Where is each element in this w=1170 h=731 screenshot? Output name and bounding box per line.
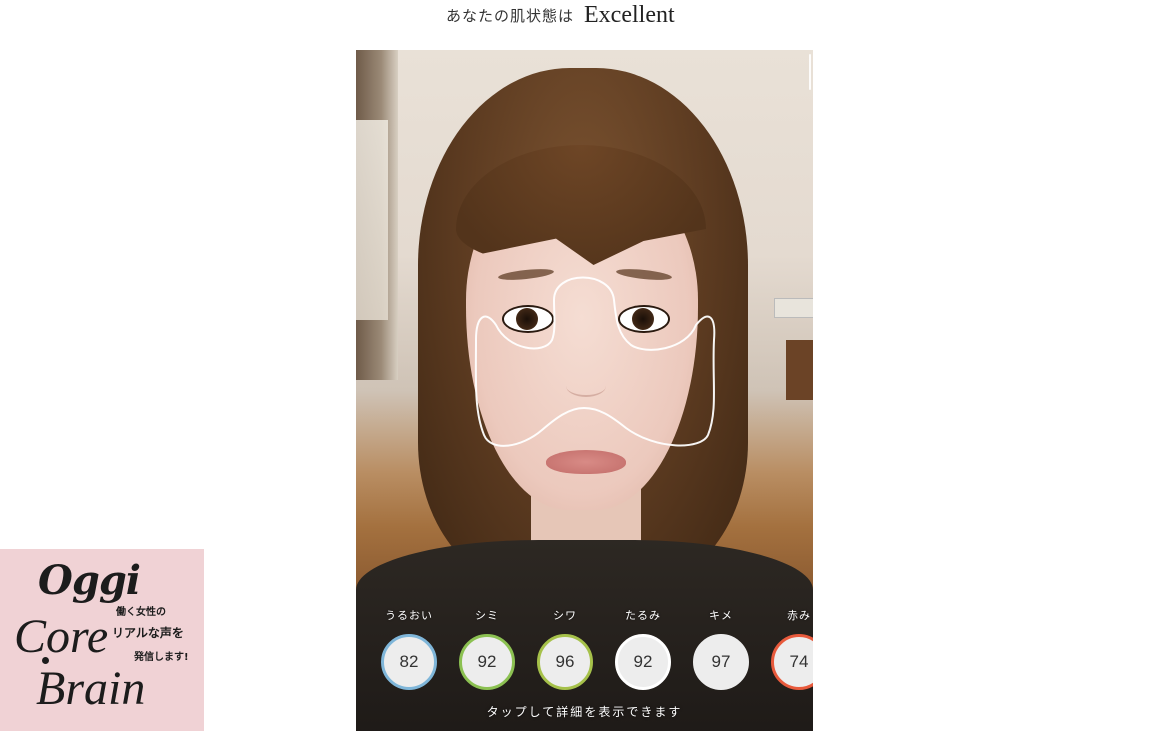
tap-hint: タップして詳細を表示できます [486, 705, 683, 719]
brand-tagline-1: 働く女性の [116, 607, 166, 618]
brand-oggi: Oggi [38, 557, 141, 604]
brand-tagline-3: 発信します! [134, 652, 189, 663]
result-prefix: あなたの肌状態は [446, 7, 575, 25]
background-curtain [356, 120, 388, 320]
brand-brain: Brain [36, 662, 146, 715]
metric-score-circle[interactable]: 96 [537, 634, 593, 690]
header: あなたの肌状態は Excellent [0, 0, 1170, 40]
brand-dot [42, 657, 49, 664]
metric-texture[interactable]: キメ 97 [686, 608, 756, 690]
metric-redness[interactable]: 赤み 74 [764, 608, 813, 690]
scroll-indicator [809, 54, 811, 90]
metric-moisture[interactable]: うるおい 82 [374, 608, 444, 690]
lips [546, 450, 626, 474]
brand-tagline-2: リアルな声を [112, 626, 184, 640]
left-eye [502, 305, 554, 333]
camera-preview: うるおい 82 シミ 92 シワ 96 たるみ 92 キメ 97 赤み 74 タ… [356, 50, 813, 731]
metric-score-circle[interactable]: 74 [771, 634, 813, 690]
metric-label: うるおい [385, 609, 433, 622]
metric-score-circle[interactable]: 82 [381, 634, 437, 690]
metric-wrinkles[interactable]: シワ 96 [530, 608, 600, 690]
skin-status-result: Excellent [584, 2, 675, 28]
oggi-core-brain-logo: Oggi Core Brain 働く女性の リアルな声を 発信します! [0, 549, 204, 731]
metric-score-circle[interactable]: 92 [615, 634, 671, 690]
metric-score-circle[interactable]: 92 [459, 634, 515, 690]
metric-label: たるみ [625, 609, 661, 622]
skin-metrics: うるおい 82 シミ 92 シワ 96 たるみ 92 キメ 97 赤み 74 [356, 608, 813, 698]
metric-label: シワ [553, 609, 577, 622]
right-eye [618, 305, 670, 333]
metric-label: 赤み [787, 609, 811, 622]
metric-spots[interactable]: シミ 92 [452, 608, 522, 690]
background-table [786, 340, 813, 400]
metric-label: キメ [709, 609, 733, 622]
background-chair [774, 298, 813, 318]
metric-score-circle[interactable]: 97 [693, 634, 749, 690]
brand-core: Core [14, 610, 109, 663]
metric-sagging[interactable]: たるみ 92 [608, 608, 678, 690]
nose [566, 375, 606, 397]
metric-label: シミ [475, 609, 499, 622]
